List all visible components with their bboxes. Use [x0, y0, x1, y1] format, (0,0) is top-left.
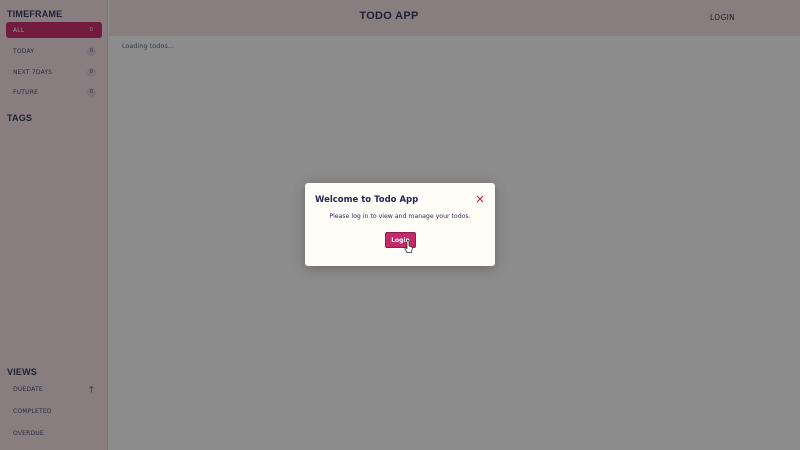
dialog-title: Welcome to Todo App: [315, 195, 419, 205]
close-icon[interactable]: [475, 194, 485, 204]
dialog-message: Please log in to view and manage your to…: [329, 213, 471, 220]
hand-cursor-icon: [404, 240, 413, 253]
welcome-dialog: Welcome to Todo App Please log in to vie…: [305, 183, 495, 266]
